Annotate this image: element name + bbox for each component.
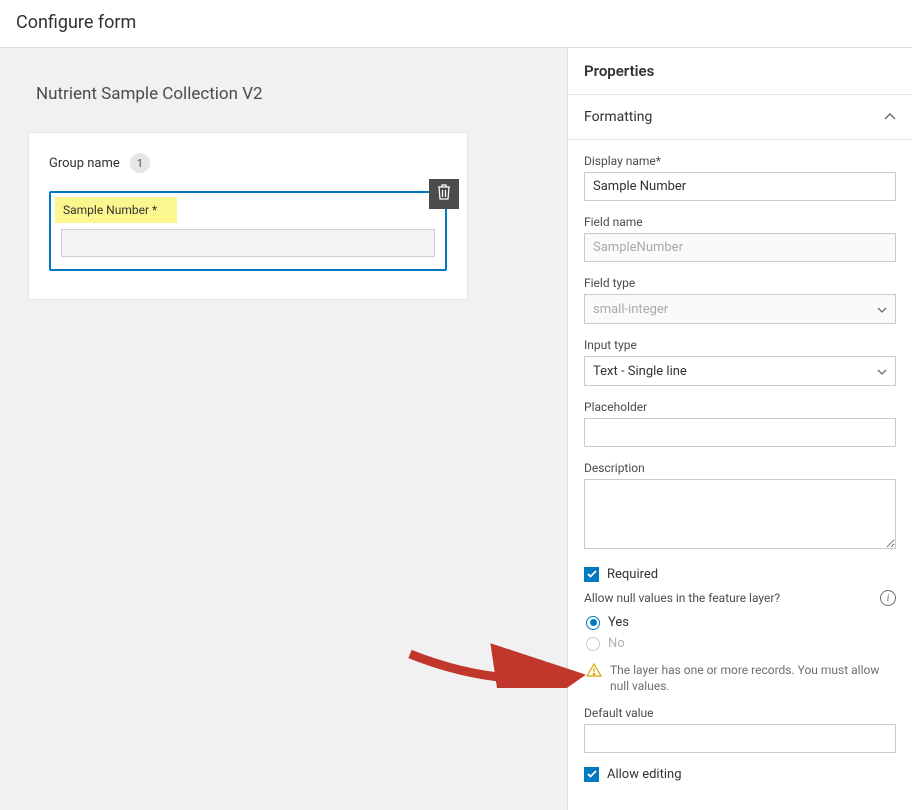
field-type-value: small-integer: [593, 302, 668, 317]
placeholder-label: Placeholder: [584, 400, 896, 414]
display-name-group: Display name*: [584, 154, 896, 201]
field-name-label: Field name: [584, 215, 896, 229]
field-type-label: Field type: [584, 276, 896, 290]
description-group: Description: [584, 461, 896, 553]
radio-yes[interactable]: [586, 616, 600, 630]
null-warning: The layer has one or more records. You m…: [586, 662, 896, 694]
default-value-input[interactable]: [584, 724, 896, 753]
group-count-badge: 1: [130, 153, 150, 173]
field-label: Sample Number *: [55, 197, 177, 223]
page-header: Configure form: [0, 0, 912, 48]
properties-panel: Properties Formatting Display name* Fiel…: [567, 48, 912, 810]
display-name-label: Display name*: [584, 154, 896, 168]
formatting-section-header[interactable]: Formatting: [568, 95, 912, 140]
properties-header: Properties: [568, 48, 912, 95]
field-name-input: [584, 233, 896, 262]
required-checkbox[interactable]: [584, 567, 599, 582]
chevron-up-icon: [884, 109, 896, 125]
default-value-label: Default value: [584, 706, 896, 720]
form-canvas: Nutrient Sample Collection V2 Group name…: [0, 48, 567, 810]
field-input-preview: [61, 229, 435, 257]
info-icon[interactable]: i: [880, 590, 896, 606]
field-wrapper: Sample Number *: [49, 191, 447, 271]
allow-null-question-row: Allow null values in the feature layer? …: [584, 590, 896, 606]
form-title: Nutrient Sample Collection V2: [36, 84, 539, 104]
description-textarea[interactable]: [584, 479, 896, 549]
chevron-down-icon: [877, 364, 887, 379]
radio-no: [586, 637, 600, 651]
input-type-label: Input type: [584, 338, 896, 352]
placeholder-group: Placeholder: [584, 400, 896, 447]
input-type-group: Input type Text - Single line: [584, 338, 896, 386]
formatting-section-body: Display name* Field name Field type smal…: [568, 140, 912, 810]
radio-no-label: No: [608, 636, 625, 651]
allow-null-yes-row[interactable]: Yes: [584, 612, 896, 633]
allow-editing-row[interactable]: Allow editing: [584, 767, 896, 782]
group-card[interactable]: Group name 1 Sample Number *: [28, 132, 468, 300]
allow-null-question: Allow null values in the feature layer?: [584, 591, 780, 605]
check-icon: [587, 567, 597, 582]
default-value-group: Default value: [584, 706, 896, 753]
allow-null-no-row: No: [584, 633, 896, 654]
group-name-label: Group name: [49, 156, 120, 171]
field-type-select: small-integer: [584, 294, 896, 324]
required-checkbox-row[interactable]: Required: [584, 567, 896, 582]
selected-field-card[interactable]: Sample Number *: [49, 191, 447, 271]
trash-icon: [437, 184, 451, 204]
required-label: Required: [607, 567, 658, 582]
formatting-section-title: Formatting: [584, 109, 652, 125]
input-type-select[interactable]: Text - Single line: [584, 356, 896, 386]
description-label: Description: [584, 461, 896, 475]
placeholder-input[interactable]: [584, 418, 896, 447]
warning-text: The layer has one or more records. You m…: [610, 662, 896, 694]
field-name-group: Field name: [584, 215, 896, 262]
warning-icon: [586, 662, 602, 682]
delete-field-button[interactable]: [429, 179, 459, 209]
page-title: Configure form: [16, 12, 136, 33]
display-name-input[interactable]: [584, 172, 896, 201]
chevron-down-icon: [877, 302, 887, 317]
field-type-group: Field type small-integer: [584, 276, 896, 324]
radio-yes-label: Yes: [608, 615, 629, 630]
allow-editing-checkbox[interactable]: [584, 767, 599, 782]
input-type-value: Text - Single line: [593, 364, 687, 379]
check-icon: [587, 767, 597, 782]
main-area: Nutrient Sample Collection V2 Group name…: [0, 48, 912, 810]
group-header: Group name 1: [49, 153, 447, 173]
allow-editing-label: Allow editing: [607, 767, 682, 782]
